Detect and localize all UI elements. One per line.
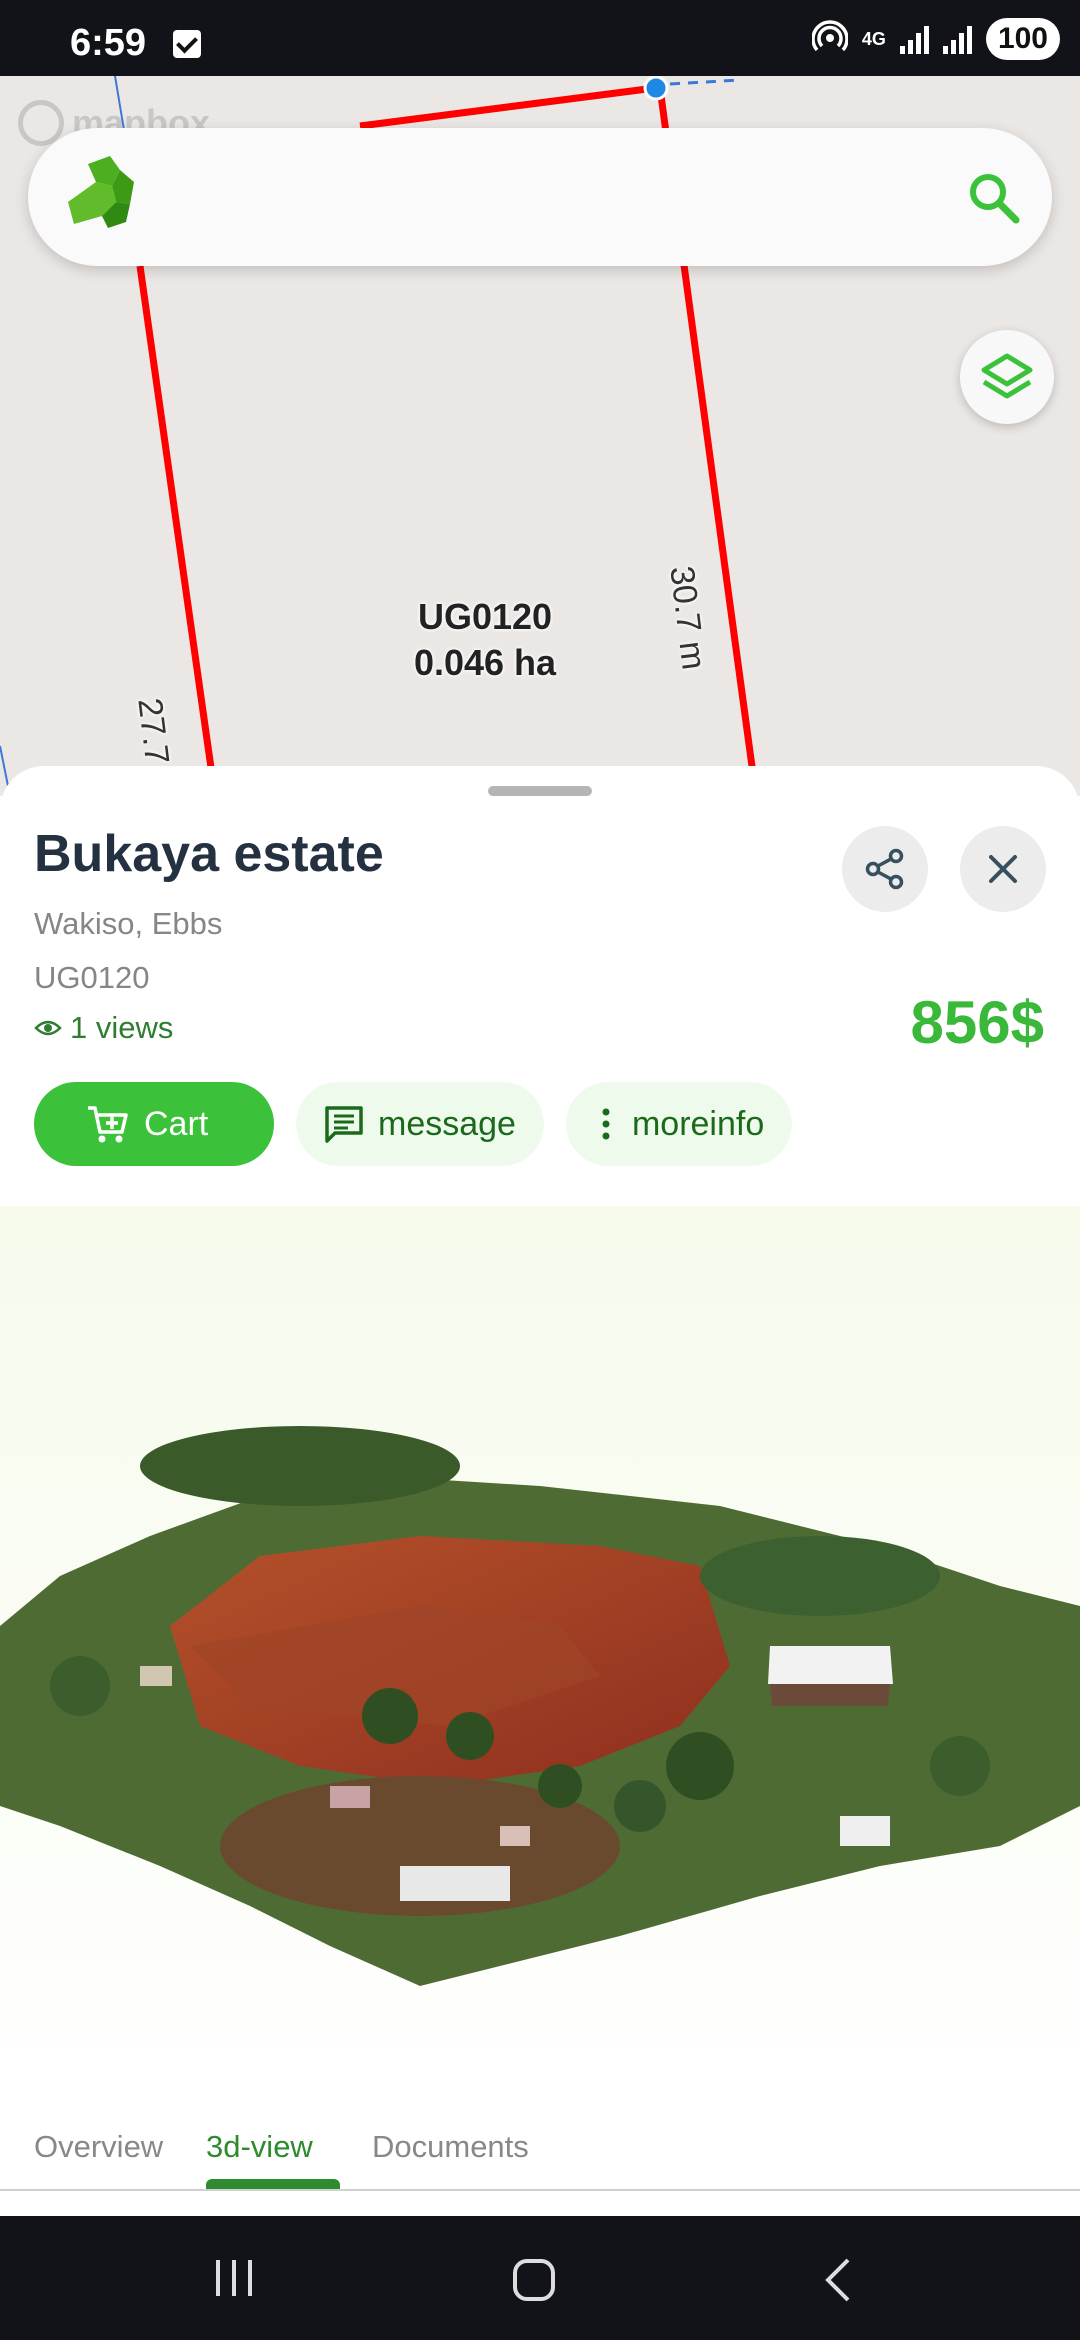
signal-icon-2 xyxy=(942,24,972,54)
property-price: 856$ xyxy=(910,989,1044,1056)
signal-icon xyxy=(899,24,929,54)
message-label: message xyxy=(378,1104,516,1143)
cart-icon xyxy=(86,1104,130,1144)
property-code: UG0120 xyxy=(34,960,150,995)
message-button[interactable]: message xyxy=(296,1082,544,1166)
network-type: 4G xyxy=(861,29,886,49)
status-icons: 4G 100 xyxy=(811,18,1060,61)
view-count: 1 views xyxy=(34,1010,173,1046)
eye-icon xyxy=(34,1020,62,1036)
moreinfo-button[interactable]: moreinfo xyxy=(565,1082,793,1166)
cart-label: Cart xyxy=(144,1104,209,1143)
terrain-model-image xyxy=(0,1426,1080,1986)
search-icon[interactable] xyxy=(964,168,1024,228)
status-bar: 6:59 4G 100 xyxy=(0,0,1080,76)
share-icon xyxy=(865,848,904,890)
status-time: 6:59 xyxy=(70,22,147,64)
property-location: Wakiso, Ebbs xyxy=(34,906,223,941)
parcel-label: UG0120 0.046 ha xyxy=(390,594,580,686)
parcel-id: UG0120 xyxy=(417,596,553,637)
layers-icon xyxy=(981,353,1033,399)
moreinfo-label: moreinfo xyxy=(631,1104,765,1143)
tab-overview[interactable]: Overview xyxy=(34,2129,163,2165)
cart-button[interactable]: Cart xyxy=(34,1082,274,1166)
drag-handle[interactable] xyxy=(488,786,592,796)
close-button[interactable] xyxy=(960,826,1046,912)
close-icon xyxy=(989,855,1017,883)
layers-button[interactable] xyxy=(960,330,1054,424)
action-buttons: Cart message moreinfo xyxy=(34,1082,793,1166)
hotspot-icon xyxy=(811,18,849,61)
tab-documents[interactable]: Documents xyxy=(372,2129,529,2165)
property-sheet: Bukaya estate Wakiso, Ebbs UG0120 1 view… xyxy=(0,766,1080,2216)
3d-view-model[interactable] xyxy=(0,1206,1080,2106)
tabs-divider xyxy=(0,2189,1080,2191)
battery-level: 100 xyxy=(985,18,1060,60)
share-button[interactable] xyxy=(842,826,928,912)
back-icon[interactable] xyxy=(818,2256,858,2304)
parcel-area: 0.046 ha xyxy=(413,642,557,683)
more-vertical-icon xyxy=(594,1106,618,1142)
view-count-text: 1 views xyxy=(70,1010,174,1045)
app-logo-icon[interactable] xyxy=(58,152,148,242)
detail-tabs: Overview 3d-view Documents xyxy=(0,2091,1080,2216)
recent-apps-icon[interactable] xyxy=(210,2256,258,2300)
system-navigation-bar xyxy=(0,2216,1080,2340)
tab-3d-view[interactable]: 3d-view xyxy=(206,2129,313,2165)
home-icon[interactable] xyxy=(510,2256,558,2304)
message-icon xyxy=(324,1105,364,1143)
property-title: Bukaya estate xyxy=(34,825,384,883)
checkbox-notification-icon xyxy=(173,30,201,58)
search-bar[interactable] xyxy=(28,128,1052,266)
